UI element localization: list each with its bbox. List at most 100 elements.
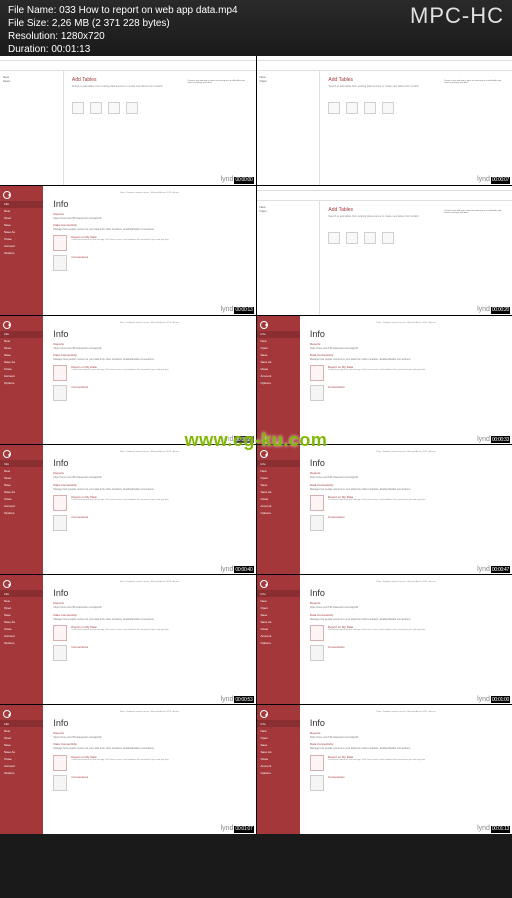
sidebar-item: New (0, 467, 43, 474)
connectivity-label: Data Connectivity (310, 353, 502, 357)
sidebar-item: New (257, 467, 300, 474)
thumbnail[interactable]: Info New Open Save Save As Close Account… (0, 705, 256, 834)
template-icon (364, 232, 376, 244)
thumbnail[interactable]: New Open Add Tables Search to add tables… (0, 56, 256, 185)
thumbnail[interactable]: Info New Open Save Save As Close Account… (257, 575, 512, 704)
connectivity-text: Manage how people connect to your data f… (310, 358, 502, 361)
back-arrow-icon (260, 321, 268, 329)
connectivity-label: Data Connectivity (53, 223, 245, 227)
connectivity-label: Data Connectivity (310, 613, 502, 617)
template-icon (346, 102, 358, 114)
nav-pane: New Open (257, 201, 321, 315)
thumbnail[interactable]: New Open Add Tables Search to add tables… (257, 186, 512, 315)
report-icon (53, 365, 67, 381)
sidebar-item: Close (0, 755, 43, 762)
connectivity-text: Manage how people connect to your data f… (53, 747, 245, 750)
info-main: Roux - Database saved to server - Micros… (43, 186, 255, 315)
backstage-sidebar: Info New Open Save Save As Close Account… (0, 316, 43, 445)
card-text: Create local reports on your web app. Cl… (71, 369, 169, 371)
sidebar-item: Options (257, 639, 300, 646)
thumbnail[interactable]: Info New Open Save Save As Close Account… (0, 186, 256, 315)
reports-url: https://roux-com746.sharepoint.com/app/d… (310, 347, 502, 350)
report-icon (53, 755, 67, 771)
thumbnail[interactable]: Info New Open Save Save As Close Account… (257, 316, 512, 445)
backstage-sidebar: Info New Open Save Save As Close Account… (257, 705, 300, 834)
sidebar-item-info: Info (0, 331, 43, 338)
reports-label: Reports (310, 342, 502, 346)
card-title: Connections (71, 385, 88, 389)
timecode: 00:00:13 (234, 307, 253, 314)
template-row (328, 102, 504, 114)
backstage-sidebar: Info New Open Save Save As Close Account… (257, 575, 300, 704)
reports-label: Reports (53, 731, 245, 735)
connections-icon (310, 515, 324, 531)
report-icon (310, 365, 324, 381)
thumbnail[interactable]: Info New Open Save Save As Close Account… (257, 705, 512, 834)
sidebar-item-save: Save (0, 222, 43, 229)
back-arrow-icon (260, 450, 268, 458)
sidebar-item: Info (257, 460, 300, 467)
card-text: Create local reports on your web app. Cl… (71, 499, 169, 501)
sidebar-item: Save (0, 611, 43, 618)
card-title: Connections (328, 515, 345, 519)
thumbnail[interactable]: Info New Open Save Save As Close Account… (257, 445, 512, 574)
sidebar-item: Open (257, 474, 300, 481)
sidebar-item: Info (0, 460, 43, 467)
timecode: 00:01:07 (234, 826, 253, 833)
sidebar-item: New (0, 597, 43, 604)
info-main: Roux - Database saved to server - Micros… (43, 445, 255, 574)
connectivity-label: Data Connectivity (53, 353, 245, 357)
card-title: Connections (71, 255, 88, 259)
sidebar-item: Open (0, 604, 43, 611)
report-card: Report on My DataCreate local reports on… (310, 755, 502, 771)
card-text: Create local reports on your web app. Cl… (328, 499, 426, 501)
report-icon (310, 495, 324, 511)
info-main: Roux - Database saved to server - Micros… (300, 575, 512, 704)
sidebar-item: Options (257, 380, 300, 387)
back-arrow-icon (260, 580, 268, 588)
sidebar-item: Info (257, 720, 300, 727)
connections-card: Connections (53, 645, 245, 661)
window-title: Roux - Database saved to server - Micros… (53, 322, 245, 327)
reports-url: https://roux-com746.sharepoint.com/app/d… (53, 736, 245, 739)
sidebar-item: Options (0, 639, 43, 646)
side-description: Create a new web app or open an existing… (444, 210, 504, 215)
ribbon (257, 191, 512, 201)
connections-card: Connections (310, 385, 502, 401)
connectivity-label: Data Connectivity (53, 742, 245, 746)
nav-item: Open (260, 79, 317, 83)
sidebar-item: Account (257, 502, 300, 509)
sidebar-item: Account (0, 632, 43, 639)
info-title: Info (53, 199, 245, 209)
sidebar-item-info: Info (0, 201, 43, 208)
sidebar-item: Save As (257, 488, 300, 495)
sidebar-item: New (257, 597, 300, 604)
sidebar-item: Options (0, 380, 43, 387)
nav-item: Open (260, 209, 317, 213)
report-icon (53, 625, 67, 641)
sidebar-item: Options (0, 769, 43, 776)
brand-watermark: lynd00:01:07 (221, 825, 254, 833)
sidebar-item: Close (257, 625, 300, 632)
sidebar-item: Info (0, 720, 43, 727)
thumbnail[interactable]: New Open Add Tables Search to add tables… (257, 56, 512, 185)
sidebar-item: New (257, 727, 300, 734)
reports-label: Reports (53, 601, 245, 605)
thumbnail[interactable]: Info New Open Save Save As Close Account… (0, 316, 256, 445)
card-title: Connections (71, 645, 88, 649)
sidebar-item: Save (257, 741, 300, 748)
description: Search to add tables from existing data … (328, 215, 504, 218)
report-card: Report on My Data Create local reports o… (53, 235, 245, 251)
thumbnail[interactable]: Info New Open Save Save As Close Account… (0, 575, 256, 704)
nav-pane: New Open (0, 71, 64, 185)
reports-label: Reports (310, 601, 502, 605)
sidebar-item: Options (0, 509, 43, 516)
brand-watermark: lynd00:00:53 (221, 696, 254, 704)
template-icon (328, 102, 340, 114)
timecode: 00:00:47 (491, 566, 510, 573)
timecode: 00:00:53 (234, 696, 253, 703)
card-title: Connections (328, 385, 345, 389)
resolution-label: Resolution: (8, 31, 58, 42)
sidebar-item: Open (0, 734, 43, 741)
thumbnail[interactable]: Info New Open Save Save As Close Account… (0, 445, 256, 574)
